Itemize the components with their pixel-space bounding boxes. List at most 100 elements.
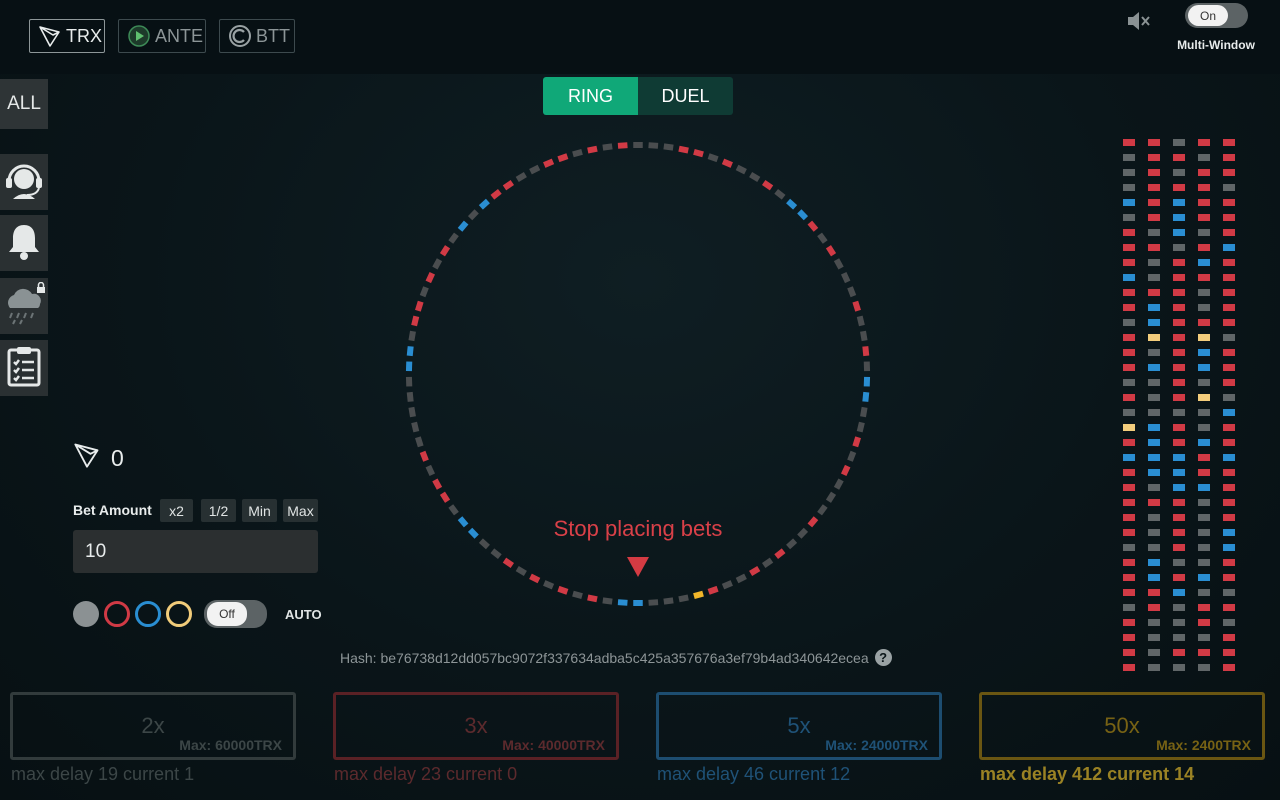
history-cell bbox=[1198, 214, 1210, 221]
ring-segment bbox=[419, 286, 429, 298]
history-cell bbox=[1148, 529, 1160, 536]
history-cell bbox=[1198, 574, 1210, 581]
history-cell bbox=[1198, 304, 1210, 311]
history-cell bbox=[1198, 424, 1210, 431]
history-cell bbox=[1223, 559, 1235, 566]
payout-max: Max: 24000TRX bbox=[825, 737, 928, 753]
bet-double-button[interactable]: x2 bbox=[160, 499, 193, 522]
history-cell bbox=[1148, 379, 1160, 386]
ring-segment bbox=[786, 198, 798, 210]
history-cell bbox=[1223, 544, 1235, 551]
ring-segment bbox=[543, 580, 555, 590]
ring-segment bbox=[408, 406, 416, 418]
balance-value: 0 bbox=[111, 444, 124, 471]
history-cell bbox=[1148, 274, 1160, 281]
select-gold-button[interactable] bbox=[166, 601, 192, 627]
bet-gray-2x-card[interactable]: 2x Max: 60000TRX bbox=[10, 692, 296, 760]
history-cell bbox=[1123, 544, 1135, 551]
ring-segment bbox=[467, 527, 479, 539]
bet-min-button[interactable]: Min bbox=[242, 499, 277, 522]
ring-segment bbox=[735, 164, 747, 175]
select-blue-button[interactable] bbox=[135, 601, 161, 627]
ring-segment bbox=[852, 300, 861, 312]
ring-segment bbox=[405, 361, 413, 372]
bet-half-button[interactable]: 1/2 bbox=[201, 499, 236, 522]
ring-segment bbox=[761, 180, 774, 191]
ring-segment bbox=[693, 590, 704, 600]
history-cell bbox=[1148, 574, 1160, 581]
ring-segment bbox=[707, 153, 719, 163]
history-cell bbox=[1173, 169, 1185, 176]
history-cell bbox=[1173, 379, 1185, 386]
delay-stats-red: max delay 23 current 0 bbox=[334, 764, 518, 784]
history-cell bbox=[1173, 469, 1185, 476]
ring-segment bbox=[478, 538, 490, 550]
history-cell bbox=[1123, 154, 1135, 161]
history-cell bbox=[1123, 559, 1135, 566]
history-cell bbox=[1223, 214, 1235, 221]
history-cell bbox=[1198, 139, 1210, 146]
history-cell bbox=[1173, 424, 1185, 431]
ring-segment bbox=[774, 548, 786, 559]
ring-segment bbox=[852, 436, 861, 448]
history-cell bbox=[1198, 619, 1210, 626]
history-cell bbox=[1123, 289, 1135, 296]
history-cell bbox=[1173, 619, 1185, 626]
ring-segment bbox=[502, 557, 515, 568]
ring-wheel bbox=[405, 142, 871, 606]
history-cell bbox=[1198, 364, 1210, 371]
ring-segment bbox=[862, 346, 870, 357]
ring-segment bbox=[648, 142, 659, 149]
history-cell bbox=[1198, 499, 1210, 506]
history-cell bbox=[1198, 319, 1210, 326]
bet-red-3x-card[interactable]: 3x Max: 40000TRX bbox=[333, 692, 619, 760]
ring-segment bbox=[490, 548, 502, 559]
history-cell bbox=[1198, 334, 1210, 341]
history-cell bbox=[1173, 154, 1185, 161]
game-status-text: Stop placing bets bbox=[553, 516, 723, 541]
history-cell bbox=[1173, 514, 1185, 521]
ring-segment bbox=[557, 153, 569, 163]
history-cell bbox=[1223, 574, 1235, 581]
history-cell bbox=[1123, 304, 1135, 311]
bet-max-button[interactable]: Max bbox=[283, 499, 318, 522]
ring-segment bbox=[663, 597, 674, 605]
history-cell bbox=[1223, 229, 1235, 236]
help-icon[interactable]: ? bbox=[874, 649, 892, 666]
history-cell bbox=[1148, 199, 1160, 206]
ring-segment bbox=[478, 198, 490, 210]
ring-segment bbox=[543, 158, 555, 168]
history-cell bbox=[1173, 319, 1185, 326]
ring-segment bbox=[678, 594, 689, 603]
payout-multiplier: 2x bbox=[141, 713, 165, 738]
history-cell bbox=[1223, 664, 1235, 671]
select-gray-button[interactable] bbox=[73, 601, 99, 627]
pointer-arrow-icon bbox=[627, 557, 649, 577]
history-cell bbox=[1148, 184, 1160, 191]
ring-segment bbox=[797, 209, 809, 221]
bet-amount-label: Bet Amount bbox=[73, 502, 152, 518]
history-cell bbox=[1123, 379, 1135, 386]
bet-gold-50x-card[interactable]: 50x Max: 2400TRX bbox=[979, 692, 1265, 760]
result-history-grid bbox=[1120, 138, 1245, 671]
bet-amount-input[interactable] bbox=[73, 530, 318, 573]
history-cell bbox=[1198, 274, 1210, 281]
history-cell bbox=[1198, 289, 1210, 296]
ring-segment bbox=[425, 464, 436, 476]
bet-blue-5x-card[interactable]: 5x Max: 24000TRX bbox=[656, 692, 942, 760]
ring-segment bbox=[406, 346, 414, 357]
select-red-button[interactable] bbox=[104, 601, 130, 627]
ring-segment bbox=[774, 189, 786, 200]
ring-segment bbox=[467, 209, 479, 221]
ring-segment bbox=[735, 573, 747, 584]
history-cell bbox=[1223, 154, 1235, 161]
auto-bet-toggle[interactable]: Off bbox=[204, 600, 267, 628]
ring-segment bbox=[817, 232, 828, 244]
history-cell bbox=[1123, 589, 1135, 596]
history-cell bbox=[1198, 439, 1210, 446]
ring-segment bbox=[515, 172, 527, 182]
auto-bet-toggle-knob: Off bbox=[207, 602, 247, 626]
ring-segment bbox=[425, 272, 436, 284]
ring-segment bbox=[807, 220, 819, 232]
payout-multiplier: 5x bbox=[787, 713, 811, 738]
